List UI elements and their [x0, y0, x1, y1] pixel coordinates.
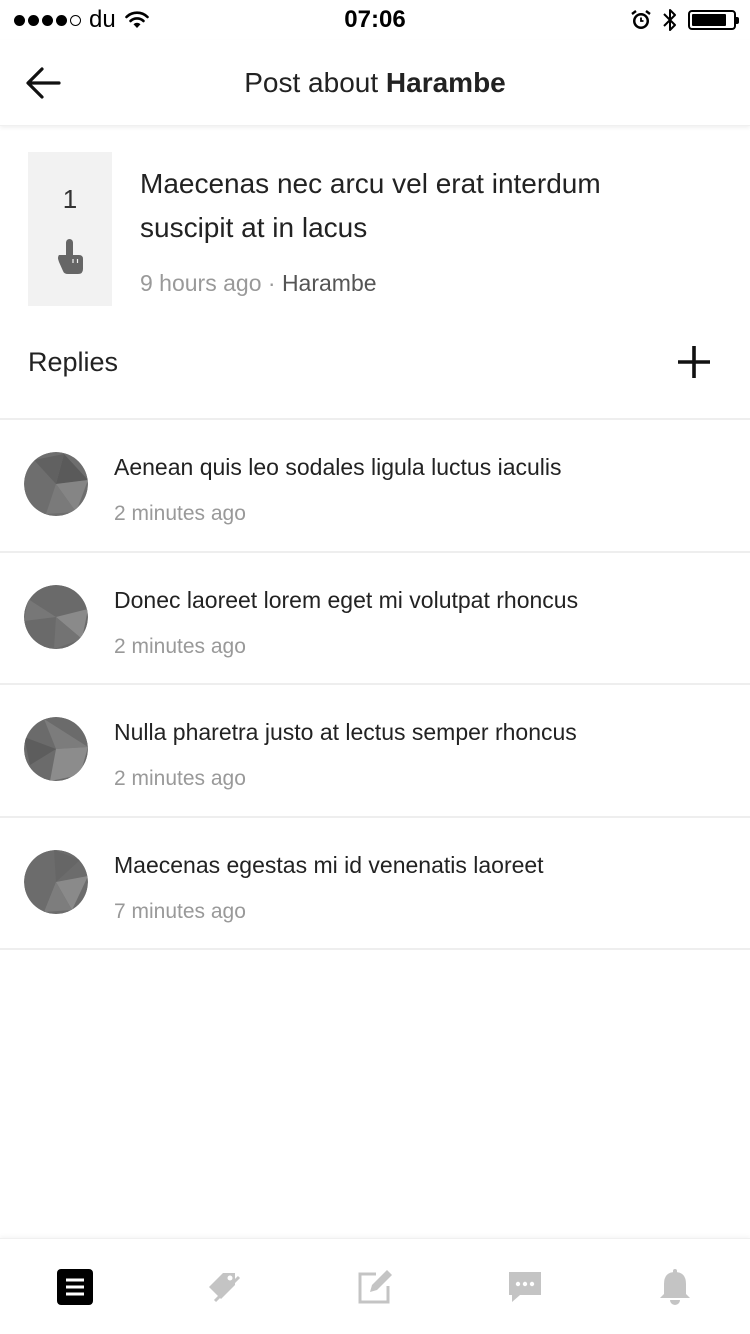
post-body: Maecenas nec arcu vel erat interdum susc…: [140, 152, 680, 306]
reply-body: Aenean quis leo sodales ligula luctus ia…: [114, 452, 562, 526]
pointing-finger-icon: [58, 238, 83, 274]
tag-icon: [209, 1272, 241, 1302]
list-item[interactable]: Maecenas egestas mi id venenatis laoreet…: [0, 818, 750, 950]
avatar: [24, 584, 88, 649]
post: 1 Maecenas nec arcu vel erat interdum su…: [28, 152, 722, 306]
bluetooth-icon: [663, 9, 676, 31]
compose-icon: [358, 1269, 392, 1303]
post-title: Maecenas nec arcu vel erat interdum susc…: [140, 168, 601, 243]
reply-time: 2 minutes ago: [114, 767, 246, 790]
reply-time: 2 minutes ago: [114, 502, 246, 525]
wifi-icon: [124, 11, 149, 28]
avatar-image: [24, 584, 88, 649]
reply-text: Aenean quis leo sodales ligula luctus ia…: [114, 454, 562, 480]
status-bar-right: [630, 7, 739, 33]
post-author[interactable]: Harambe: [282, 270, 377, 296]
reply-body: Nulla pharetra justo at lectus semper rh…: [114, 717, 577, 791]
plus-icon: [678, 346, 710, 378]
meta-separator: ·: [261, 270, 282, 296]
list-item[interactable]: Donec laoreet lorem eget mi volutpat rho…: [0, 553, 750, 685]
nav-header: Post about Harambe: [0, 40, 750, 126]
reply-time: 2 minutes ago: [114, 634, 246, 658]
tab-tags[interactable]: [185, 1247, 265, 1327]
reply-body: Maecenas egestas mi id venenatis laoreet…: [114, 850, 544, 924]
arrow-left-icon: [26, 67, 61, 99]
status-bar: du 07:06: [0, 0, 750, 40]
reply-body: Donec laoreet lorem eget mi volutpat rho…: [114, 585, 578, 659]
back-button[interactable]: [22, 62, 64, 104]
alarm-icon: [631, 10, 651, 29]
carrier-name: du: [89, 6, 116, 33]
avatar: [24, 452, 88, 516]
reply-time: 7 minutes ago: [114, 899, 246, 923]
battery-icon: [688, 10, 739, 30]
tab-bar: [0, 1238, 750, 1334]
status-bar-left: du: [14, 6, 150, 34]
reply-text: Nulla pharetra justo at lectus semper rh…: [114, 719, 577, 745]
avatar-image: [24, 717, 88, 781]
replies-title: Replies: [28, 346, 119, 377]
tab-messages[interactable]: [485, 1247, 565, 1327]
reply-list: Aenean quis leo sodales ligula luctus ia…: [0, 418, 750, 950]
page-title-prefix: Post about: [244, 66, 379, 98]
add-reply-button[interactable]: [674, 342, 714, 382]
reply-text: Maecenas egestas mi id venenatis laoreet: [114, 851, 544, 878]
list-icon: [57, 1268, 93, 1305]
signal-strength-icon: [14, 14, 81, 26]
replies-header: Replies: [28, 330, 722, 394]
post-time: 9 hours ago: [140, 270, 262, 296]
tab-compose[interactable]: [335, 1247, 415, 1327]
page-title-topic: Harambe: [385, 66, 506, 98]
tab-notifications[interactable]: [635, 1247, 715, 1327]
reply-text: Donec laoreet lorem eget mi volutpat rho…: [114, 586, 579, 613]
bell-icon: [660, 1268, 690, 1305]
upvote-button[interactable]: 1: [28, 152, 112, 306]
page-title: Post about Harambe: [244, 67, 506, 99]
avatar-image: [24, 849, 88, 914]
post-meta: 9 hours ago · Harambe: [140, 270, 680, 297]
list-item[interactable]: Aenean quis leo sodales ligula luctus ia…: [0, 420, 750, 553]
battery-level: [692, 14, 726, 26]
avatar: [24, 717, 88, 781]
chat-icon: [509, 1271, 541, 1302]
tab-feed[interactable]: [35, 1247, 115, 1327]
vote-count: 1: [62, 183, 78, 214]
avatar-image: [24, 452, 88, 516]
avatar: [24, 849, 88, 914]
list-item[interactable]: Nulla pharetra justo at lectus semper rh…: [0, 685, 750, 818]
